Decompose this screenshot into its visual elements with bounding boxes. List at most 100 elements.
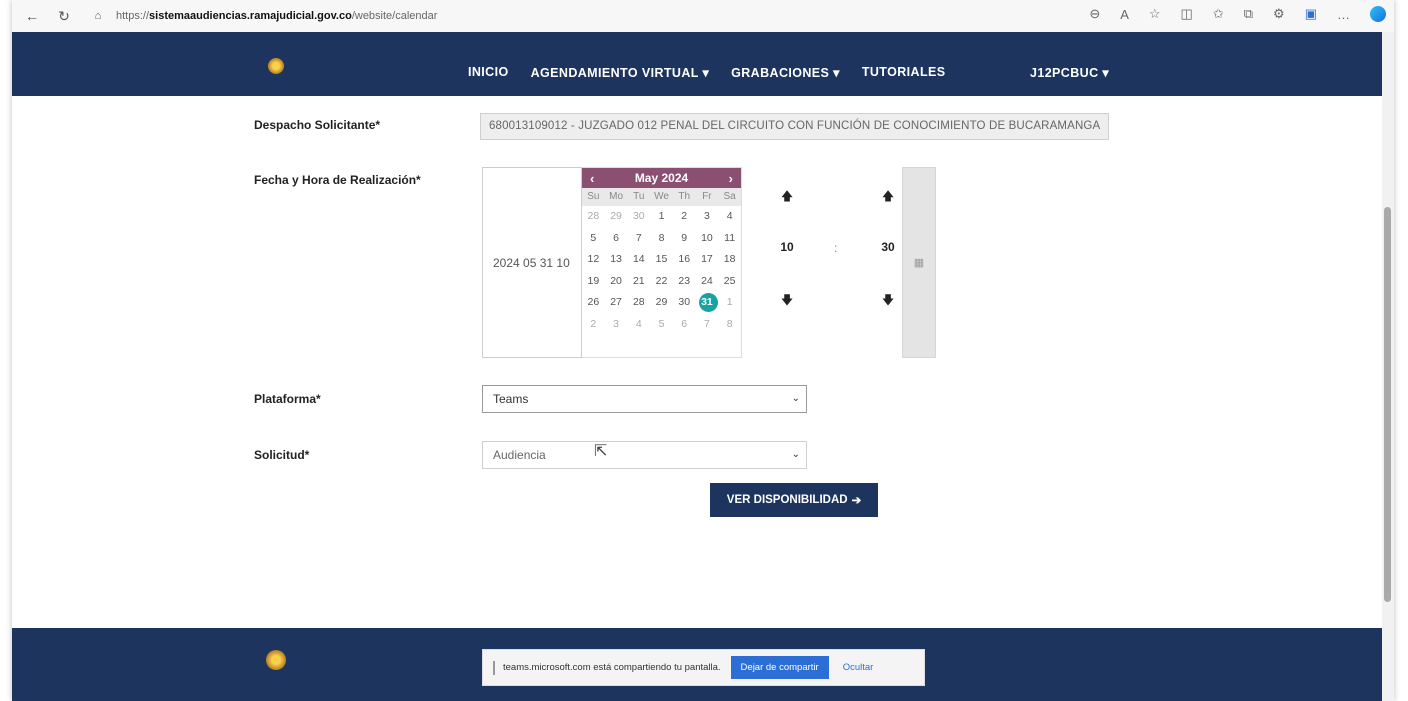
time-separator: : [834, 241, 838, 255]
address-bar[interactable]: https://sistemaaudiencias.ramajudicial.g… [116, 10, 437, 22]
hour-down-icon[interactable]: 🡇 [767, 291, 807, 312]
calendar-day[interactable]: 7 [696, 314, 719, 336]
calendar-day[interactable]: 21 [627, 271, 650, 293]
calendar-day[interactable]: 2 [582, 314, 605, 336]
nav-inicio[interactable]: INICIO [468, 65, 509, 80]
calendar-day[interactable]: 30 [627, 206, 650, 228]
calendar-day[interactable]: 22 [650, 271, 673, 293]
chevron-down-icon: ⌄ [791, 393, 800, 404]
calendar-day[interactable]: 8 [718, 314, 741, 336]
calendar-day[interactable]: 6 [673, 314, 696, 336]
calendar-days: 28 29 30 1 2 3 4 5 6 7 8 9 10 11 12 13 14 15 16 17 18 19 20 21 2… [582, 206, 741, 335]
calendar-day[interactable]: 10 [696, 228, 719, 250]
calendar-day[interactable]: 29 [605, 206, 628, 228]
next-month-button[interactable]: › [729, 171, 733, 186]
calendar-day[interactable]: 2 [673, 206, 696, 228]
calendar-day[interactable]: 5 [582, 228, 605, 250]
plataforma-value: Teams [493, 392, 529, 406]
calendar: ‹ May 2024 › Su Mo Tu We Th Fr Sa 28 29 30 1 2 3 4 5 6… [582, 167, 742, 358]
favorite-star-icon[interactable]: ☆ [1149, 6, 1161, 22]
extensions-icon[interactable]: ⚙ [1273, 6, 1285, 22]
calendar-day[interactable]: 20 [605, 271, 628, 293]
page-scrollbar[interactable] [1382, 32, 1394, 701]
hour-value[interactable]: 10 [767, 240, 807, 254]
calendar-day[interactable]: 30 [673, 292, 696, 314]
nav-links: INICIO AGENDAMIENTO VIRTUAL ▾ GRABACIONE… [468, 65, 945, 80]
calendar-day[interactable]: 26 [582, 292, 605, 314]
back-arrow-icon[interactable]: ← [24, 8, 40, 24]
split-screen-icon[interactable]: ◫ [1181, 6, 1193, 22]
url-path: /website/calendar [351, 10, 438, 22]
user-menu[interactable]: J12PCBUC ▾ [1030, 65, 1109, 80]
prev-month-button[interactable]: ‹ [590, 171, 594, 186]
hour-column: 🡅 10 🡇 [767, 167, 807, 358]
weekday-label: Th [678, 191, 691, 202]
more-icon[interactable]: … [1337, 7, 1350, 22]
calendar-day[interactable]: 4 [718, 206, 741, 228]
calendar-day[interactable]: 3 [696, 206, 719, 228]
weekday-label: Mo [609, 191, 624, 202]
datetime-picker: 2024 05 31 10 ‹ May 2024 › Su Mo Tu We Th Fr S… [482, 167, 936, 358]
nav-grabaciones[interactable]: GRABACIONES ▾ [731, 65, 840, 80]
nav-tutoriales[interactable]: TUTORIALES [862, 65, 946, 80]
copilot-icon[interactable] [1370, 6, 1386, 22]
calendar-day[interactable]: 14 [627, 249, 650, 271]
mouse-pointer-icon: ⇱ [594, 443, 608, 460]
calendar-day[interactable]: 1 [718, 292, 741, 314]
teams-icon[interactable]: ▣ [1305, 6, 1317, 22]
fecha-label: Fecha y Hora de Realización* [254, 173, 421, 187]
calendar-day[interactable]: 16 [673, 249, 696, 271]
drag-handle-icon[interactable] [493, 660, 495, 675]
favorites-icon[interactable]: ✩ [1213, 6, 1224, 22]
datetime-input[interactable]: 2024 05 31 10 [482, 167, 582, 358]
collections-icon[interactable]: ⧉ [1244, 6, 1253, 22]
stop-sharing-button[interactable]: Dejar de compartir [730, 656, 829, 679]
calendar-day[interactable]: 15 [650, 249, 673, 271]
calendar-day[interactable]: 3 [605, 314, 628, 336]
plataforma-select[interactable]: Teams ⌄ [482, 385, 807, 413]
arrow-right-icon: ➔ [851, 495, 862, 507]
nav-agendamiento-virtual[interactable]: AGENDAMIENTO VIRTUAL ▾ [531, 65, 710, 80]
calendar-day[interactable]: 28 [582, 206, 605, 228]
calendar-day[interactable]: 11 [718, 228, 741, 250]
weekday-label: Su [587, 191, 600, 202]
calendar-day[interactable]: 18 [718, 249, 741, 271]
share-message: teams.microsoft.com está compartiendo tu… [503, 662, 721, 673]
weekday-label: Fr [702, 191, 712, 202]
calendar-icon: ▦ [913, 257, 925, 269]
calendar-day[interactable]: 24 [696, 271, 719, 293]
footer-logo-icon [266, 650, 286, 670]
calendar-day[interactable]: 9 [673, 228, 696, 250]
screen-share-bar: teams.microsoft.com está compartiendo tu… [482, 649, 925, 686]
calendar-month[interactable]: May 2024 [635, 171, 688, 185]
calendar-day[interactable]: 6 [605, 228, 628, 250]
zoom-icon[interactable]: ⊖ [1089, 6, 1100, 22]
calendar-day[interactable]: 25 [718, 271, 741, 293]
calendar-day[interactable]: 23 [673, 271, 696, 293]
calendar-day[interactable]: 19 [582, 271, 605, 293]
url-host: sistemaaudiencias.ramajudicial.gov.co [149, 10, 352, 22]
hide-button[interactable]: Ocultar [843, 662, 874, 673]
despacho-field: 680013109012 - JUZGADO 012 PENAL DEL CIR… [480, 113, 1109, 140]
calendar-day[interactable]: 31 [696, 292, 719, 314]
scrollbar-thumb[interactable] [1384, 207, 1391, 602]
read-aloud-icon[interactable]: A [1120, 7, 1129, 22]
calendar-day[interactable]: 27 [605, 292, 628, 314]
calendar-day[interactable]: 1 [650, 206, 673, 228]
calendar-day[interactable]: 4 [627, 314, 650, 336]
calendar-day[interactable]: 29 [650, 292, 673, 314]
ver-disponibilidad-button[interactable]: VER DISPONIBILIDAD ➔ [710, 483, 878, 517]
logo-icon[interactable] [268, 58, 284, 74]
calendar-day[interactable]: 28 [627, 292, 650, 314]
calendar-day[interactable]: 17 [696, 249, 719, 271]
calendar-day[interactable]: 8 [650, 228, 673, 250]
calendar-day[interactable]: 5 [650, 314, 673, 336]
hour-up-icon[interactable]: 🡅 [767, 187, 807, 208]
solicitud-select[interactable]: Audiencia ⌄ [482, 441, 807, 469]
calendar-day[interactable]: 12 [582, 249, 605, 271]
calendar-toggle-button[interactable]: ▦ [902, 167, 936, 358]
calendar-day[interactable]: 7 [627, 228, 650, 250]
browser-window: ← ↻ ⌂ https://sistemaaudiencias.ramajudi… [12, 0, 1394, 701]
refresh-icon[interactable]: ↻ [56, 8, 72, 25]
calendar-day[interactable]: 13 [605, 249, 628, 271]
